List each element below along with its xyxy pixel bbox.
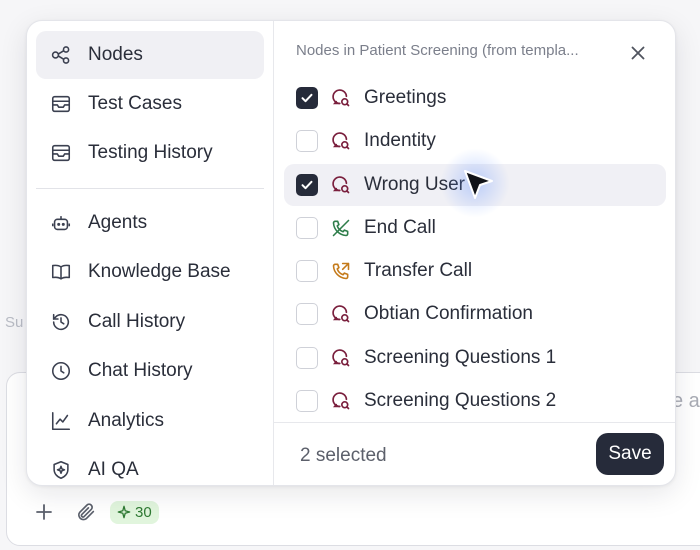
- mouse-cursor-icon: [464, 170, 493, 199]
- sidebar-item-label: Agents: [88, 212, 148, 233]
- node-row-screening-questions-2[interactable]: Screening Questions 2: [284, 380, 666, 422]
- inbox-icon: [48, 91, 74, 117]
- chat-node-icon: [330, 87, 352, 109]
- chat-node-icon: [330, 390, 352, 412]
- clock-icon: [48, 358, 74, 384]
- sidebar-item-nodes[interactable]: Nodes: [36, 31, 264, 79]
- nodes-icon: [48, 42, 74, 68]
- sidebar-item-agents[interactable]: Agents: [36, 199, 264, 247]
- plus-icon[interactable]: [32, 500, 56, 524]
- sidebar-item-label: Knowledge Base: [88, 261, 231, 282]
- robot-icon: [48, 210, 74, 236]
- credits-badge: 30: [110, 500, 159, 524]
- sidebar-item-call-history[interactable]: Call History: [36, 298, 264, 346]
- node-checkbox[interactable]: [296, 390, 318, 412]
- chat-node-icon: [330, 303, 352, 325]
- background-text-fragment: Su: [5, 314, 24, 331]
- close-button[interactable]: [626, 41, 650, 65]
- node-checkbox[interactable]: [296, 347, 318, 369]
- phone-off-icon: [330, 217, 352, 239]
- chat-node-icon: [330, 130, 352, 152]
- sidebar-item-label: Chat History: [88, 360, 193, 381]
- sidebar-item-ai-qa[interactable]: AI QA: [36, 446, 264, 485]
- sidebar-item-label: Call History: [88, 311, 186, 332]
- save-button[interactable]: Save: [596, 433, 664, 475]
- node-row-transfer-call[interactable]: Transfer Call: [284, 250, 666, 292]
- chart-line-icon: [48, 408, 74, 434]
- sparkle-icon: [117, 505, 131, 519]
- paperclip-icon[interactable]: [74, 500, 98, 524]
- node-checkbox[interactable]: [296, 130, 318, 152]
- credits-count: 30: [135, 503, 152, 521]
- nodes-panel: Nodes in Patient Screening (from templa.…: [274, 21, 675, 485]
- sidebar-item-test-cases[interactable]: Test Cases: [36, 80, 264, 128]
- checkmark-icon: [301, 93, 313, 103]
- sidebar-item-knowledge-base[interactable]: Knowledge Base: [36, 248, 264, 296]
- node-label: Screening Questions 1: [364, 347, 557, 368]
- node-label: Transfer Call: [364, 260, 473, 281]
- composer-toolbar: 30: [32, 500, 159, 524]
- node-checkbox[interactable]: [296, 87, 318, 109]
- node-label: Indentity: [364, 130, 436, 151]
- sidebar-item-testing-history[interactable]: Testing History: [36, 129, 264, 177]
- sidebar-item-label: Testing History: [88, 142, 213, 163]
- sidebar-divider: [36, 188, 264, 189]
- popover-sidebar: Nodes Test Cases Testing History Agents: [27, 21, 274, 485]
- node-label: Screening Questions 2: [364, 390, 557, 411]
- sidebar-item-label: Analytics: [88, 410, 165, 431]
- selected-count: 2 selected: [300, 445, 387, 466]
- nodes-popover: Nodes Test Cases Testing History Agents: [26, 20, 676, 486]
- footer-divider: [274, 422, 675, 423]
- composer-placeholder-fragment: e a: [672, 390, 700, 412]
- node-row-greetings[interactable]: Greetings: [284, 77, 666, 119]
- node-checkbox[interactable]: [296, 217, 318, 239]
- node-row-screening-questions-1[interactable]: Screening Questions 1: [284, 337, 666, 379]
- book-icon: [48, 259, 74, 285]
- chat-node-icon: [330, 174, 352, 196]
- node-checkbox[interactable]: [296, 174, 318, 196]
- sparkle-shield-icon: [48, 457, 74, 483]
- sidebar-item-label: Test Cases: [88, 93, 182, 114]
- chat-node-icon: [330, 347, 352, 369]
- node-checkbox[interactable]: [296, 303, 318, 325]
- node-label: Greetings: [364, 87, 447, 108]
- close-icon: [631, 46, 645, 60]
- node-label: End Call: [364, 217, 436, 238]
- sidebar-item-label: Nodes: [88, 44, 143, 65]
- checkmark-icon: [301, 180, 313, 190]
- node-row-obtian-confirmation[interactable]: Obtian Confirmation: [284, 293, 666, 335]
- phone-forward-icon: [330, 260, 352, 282]
- node-label: Obtian Confirmation: [364, 303, 533, 324]
- history-icon: [48, 309, 74, 335]
- panel-title: Nodes in Patient Screening (from templa.…: [296, 42, 579, 59]
- inbox-icon: [48, 140, 74, 166]
- sidebar-item-chat-history[interactable]: Chat History: [36, 347, 264, 395]
- node-checkbox[interactable]: [296, 260, 318, 282]
- sidebar-item-analytics[interactable]: Analytics: [36, 397, 264, 445]
- sidebar-item-label: AI QA: [88, 459, 139, 480]
